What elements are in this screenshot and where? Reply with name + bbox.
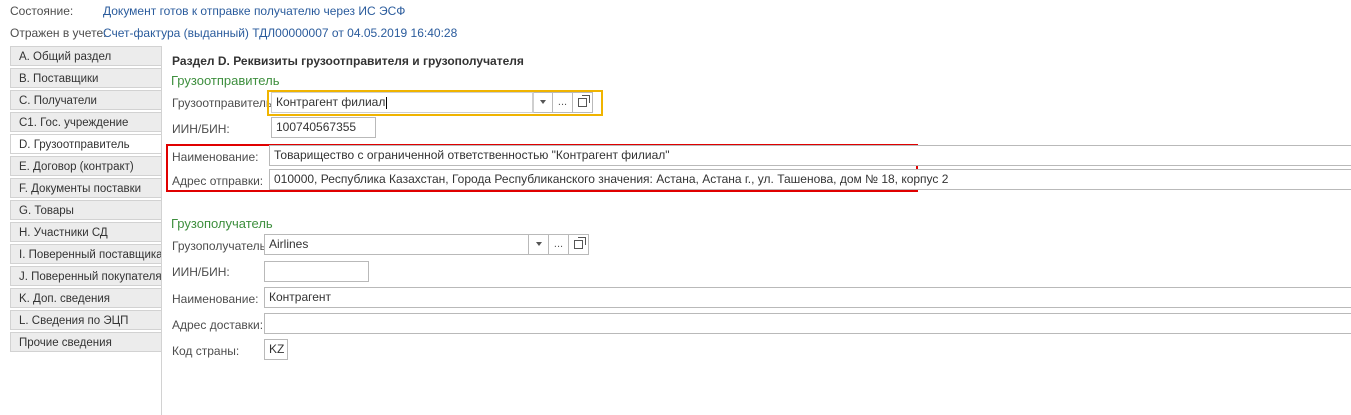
tab-g-goods[interactable]: G. Товары (10, 200, 161, 220)
open-icon (574, 236, 586, 249)
tab-d-shipper[interactable]: D. Грузоотправитель (10, 134, 161, 154)
consignee-select-button[interactable]: ... (549, 234, 569, 255)
tab-e-contract[interactable]: E. Договор (контракт) (10, 156, 161, 176)
chevron-down-icon (540, 100, 546, 105)
consignee-input[interactable]: Airlines (264, 234, 529, 255)
shipper-input-value: Контрагент филиал (276, 95, 386, 109)
shipper-name-input[interactable]: Товарищество с ограниченной ответственно… (269, 145, 1351, 166)
tab-j-buyer-agent[interactable]: J. Поверенный покупателя (10, 266, 161, 286)
status-link[interactable]: Документ готов к отправке получателю чер… (103, 4, 405, 18)
tab-f-delivery-docs[interactable]: F. Документы поставки (10, 178, 161, 198)
shipper-address-input[interactable]: 010000, Республика Казахстан, Города Рес… (269, 169, 1351, 190)
consignee-group-title: Грузополучатель (171, 216, 273, 231)
tab-i-supplier-agent[interactable]: I. Поверенный поставщика (10, 244, 161, 264)
tab-l-signature-info[interactable]: L. Сведения по ЭЦП (10, 310, 161, 330)
consignee-address-input[interactable] (264, 313, 1351, 334)
tab-h-participants[interactable]: H. Участники СД (10, 222, 161, 242)
shipper-iin-label: ИИН/БИН: (172, 122, 230, 136)
tab-k-extra-info[interactable]: K. Доп. сведения (10, 288, 161, 308)
tab-other-info[interactable]: Прочие сведения (10, 332, 161, 352)
consignee-country-label: Код страны: (172, 344, 240, 358)
consignee-iin-label: ИИН/БИН: (172, 265, 230, 279)
consignee-dropdown-button[interactable] (529, 234, 549, 255)
panel-divider (161, 46, 162, 415)
consignee-address-label: Адрес доставки: (172, 318, 264, 332)
tab-c-recipients[interactable]: C. Получатели (10, 90, 161, 110)
shipper-name-label: Наименование: (172, 150, 259, 164)
reflected-link[interactable]: Счет-фактура (выданный) ТДЛ00000007 от 0… (103, 26, 457, 40)
consignee-name-input[interactable]: Контрагент (264, 287, 1351, 308)
consignee-label: Грузополучатель: (172, 239, 270, 253)
consignee-name-label: Наименование: (172, 292, 259, 306)
tab-c1-gov[interactable]: C1. Гос. учреждение (10, 112, 161, 132)
consignee-open-button[interactable] (569, 234, 589, 255)
shipper-label: Грузоотправитель: (172, 96, 276, 110)
open-icon (578, 94, 590, 107)
text-cursor (386, 96, 388, 109)
section-title: Раздел D. Реквизиты грузоотправителя и г… (172, 54, 524, 68)
status-label: Состояние: (10, 4, 74, 18)
shipper-select-button[interactable]: ... (553, 92, 573, 113)
chevron-down-icon (535, 242, 542, 247)
shipper-iin-input[interactable]: 100740567355 (271, 117, 376, 138)
consignee-country-input[interactable]: KZ (264, 339, 288, 360)
section-tabs: A. Общий раздел B. Поставщики C. Получат… (10, 46, 161, 354)
shipper-address-label: Адрес отправки: (172, 174, 264, 188)
tab-a-general[interactable]: A. Общий раздел (10, 46, 161, 66)
reflected-label: Отражен в учете: (10, 26, 107, 40)
shipper-open-button[interactable] (573, 92, 593, 113)
shipper-dropdown-button[interactable] (533, 92, 553, 113)
shipper-input[interactable]: Контрагент филиал (271, 92, 533, 113)
tab-b-suppliers[interactable]: B. Поставщики (10, 68, 161, 88)
shipper-group-title: Грузоотправитель (171, 73, 280, 88)
consignee-iin-input[interactable] (264, 261, 369, 282)
